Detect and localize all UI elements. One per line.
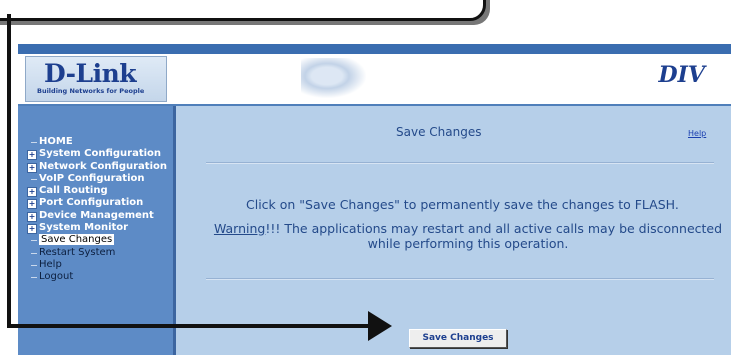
world-map-image <box>301 58 366 98</box>
expand-plus-icon[interactable]: + <box>27 199 37 210</box>
sidebar-item-network-configuration[interactable]: + Network Configuration <box>27 160 167 173</box>
tree-connector-icon <box>31 277 37 279</box>
logo-text: D-Link <box>44 59 137 88</box>
sidebar-item-label: System Configuration <box>39 148 162 160</box>
logo-tagline: Building Networks for People <box>37 87 145 95</box>
top-bar <box>18 44 731 54</box>
sidebar-item-label: VoIP Configuration <box>39 172 145 184</box>
expand-plus-icon[interactable]: + <box>27 211 37 222</box>
divider-top <box>206 162 714 164</box>
sidebar-item-system-monitor[interactable]: + System Monitor <box>27 222 167 235</box>
help-link[interactable]: Help <box>688 129 706 138</box>
sidebar-item-label: HOME <box>39 136 73 147</box>
sidebar-item-port-configuration[interactable]: + Port Configuration <box>27 197 167 210</box>
sidebar-item-label: Network Configuration <box>39 160 167 172</box>
expand-plus-icon[interactable]: + <box>27 150 37 161</box>
save-message: Click on "Save Changes" to permanently s… <box>246 197 679 212</box>
sidebar-item-label: Help <box>39 258 62 270</box>
warning-link[interactable]: Warning <box>214 221 265 236</box>
product-name: DIV <box>658 62 705 88</box>
sidebar-item-call-routing[interactable]: + Call Routing <box>27 185 167 198</box>
header: D-Link Building Networks for People DIV <box>18 54 731 106</box>
nav-menu: HOME + System Configuration + Network Config… <box>27 136 167 284</box>
sidebar-item-restart-system[interactable]: Restart System <box>30 247 167 259</box>
sidebar-item-label: Device Management <box>39 209 154 221</box>
tree-connector-icon <box>31 240 37 242</box>
sidebar-item-logout[interactable]: Logout <box>30 271 167 283</box>
sidebar-item-voip-configuration[interactable]: VoIP Configuration <box>30 173 167 185</box>
warning-message: Warning!!! The applications may restart … <box>208 221 728 251</box>
sidebar-item-help[interactable]: Help <box>30 259 167 271</box>
main-content: Save Changes Help Click on "Save Changes… <box>176 106 731 355</box>
save-changes-button[interactable]: Save Changes <box>409 329 507 348</box>
sidebar-item-label: Restart System <box>39 246 116 258</box>
sidebar-item-label: Save Changes <box>39 234 115 246</box>
tree-connector-icon <box>31 252 37 254</box>
sidebar-item-label: System Monitor <box>39 222 129 234</box>
sidebar-item-device-management[interactable]: + Device Management <box>27 209 167 222</box>
expand-plus-icon[interactable]: + <box>27 162 37 173</box>
annotation-line-vertical <box>7 14 11 328</box>
dlink-logo[interactable]: D-Link Building Networks for People <box>25 56 167 102</box>
router-web-ui: D-Link Building Networks for People DIV … <box>18 44 731 355</box>
warning-text: !!! The applications may restart and all… <box>265 221 723 251</box>
tree-connector-icon <box>31 264 37 266</box>
expand-plus-icon[interactable]: + <box>27 187 37 198</box>
sidebar-item-label: Logout <box>39 271 74 283</box>
arrow-right-icon <box>368 311 392 341</box>
sidebar-item-label: Port Configuration <box>39 197 144 209</box>
callout-box <box>0 0 486 21</box>
sidebar-item-home[interactable]: HOME <box>30 136 167 148</box>
sidebar-item-save-changes[interactable]: Save Changes <box>30 234 167 246</box>
expand-plus-icon[interactable]: + <box>27 224 37 235</box>
tree-connector-icon <box>31 142 37 143</box>
sidebar: HOME + System Configuration + Network Config… <box>18 106 176 355</box>
tree-connector-icon <box>31 178 37 180</box>
sidebar-item-label: Call Routing <box>39 185 108 197</box>
page-title: Save Changes <box>396 125 482 139</box>
annotation-line-horizontal <box>7 324 372 328</box>
sidebar-item-system-configuration[interactable]: + System Configuration <box>27 148 167 161</box>
divider-bottom <box>206 278 714 280</box>
